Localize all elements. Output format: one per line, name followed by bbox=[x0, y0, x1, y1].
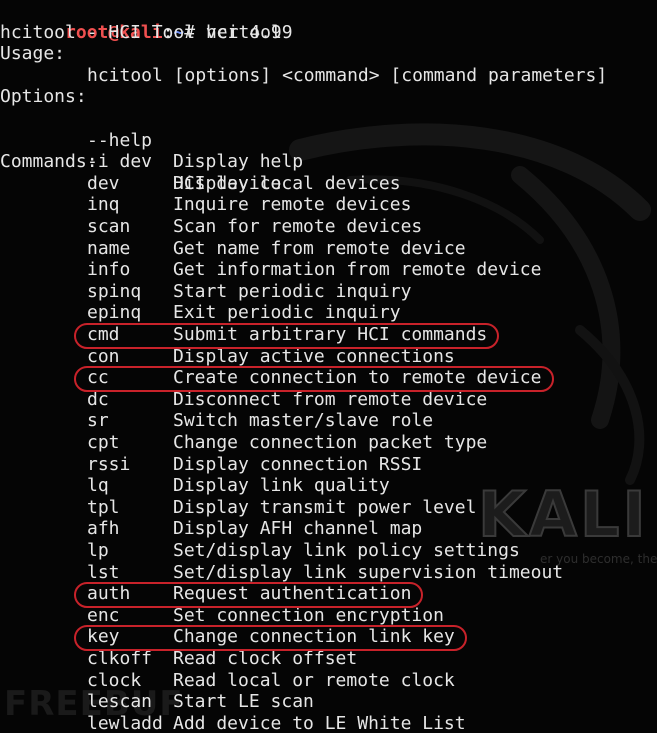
command-row-inq: inq Inquire remote devices bbox=[0, 194, 657, 216]
command-desc: Start LE scan bbox=[173, 691, 314, 713]
command-row-spinq: spinq Start periodic inquiry bbox=[0, 281, 657, 303]
command-name: con bbox=[87, 345, 120, 367]
command-row-dc: dc Disconnect from remote device bbox=[0, 389, 657, 411]
command-desc: Set connection encryption bbox=[173, 604, 444, 626]
command-desc: Switch master/slave role bbox=[173, 410, 434, 432]
command-name: lq bbox=[87, 475, 109, 497]
command-row-lq: lq Display link quality bbox=[0, 475, 657, 497]
command-desc: Disconnect from remote device bbox=[173, 388, 488, 410]
command-row-rssi: rssi Display connection RSSI bbox=[0, 454, 657, 476]
command-name: scan bbox=[87, 216, 131, 237]
command-name: dc bbox=[87, 388, 109, 410]
command-row-epinq: epinq Exit periodic inquiry bbox=[0, 302, 657, 324]
command-desc: Inquire remote devices bbox=[173, 194, 412, 216]
command-name: inq bbox=[87, 194, 120, 216]
command-name: lewladd bbox=[87, 712, 163, 733]
command-name: info bbox=[87, 259, 131, 281]
command-row-lp: lp Set/display link policy settings bbox=[0, 540, 657, 562]
options-label: Options: bbox=[0, 86, 87, 108]
option-row: --help Display help bbox=[0, 108, 657, 173]
command-desc: Scan for remote devices bbox=[173, 216, 423, 237]
command-desc: Get information from remote device bbox=[173, 259, 542, 281]
command-name: spinq bbox=[87, 280, 142, 302]
command-desc: Read local or remote clock bbox=[173, 669, 455, 691]
command-row-name: name Get name from remote device bbox=[0, 238, 657, 260]
command-desc: Display transmit power level bbox=[173, 496, 477, 518]
command-name: clock bbox=[87, 669, 142, 691]
command-name: sr bbox=[87, 410, 109, 432]
command-desc: Display link quality bbox=[173, 475, 390, 497]
command-name: rssi bbox=[87, 453, 131, 475]
command-desc: Exit periodic inquiry bbox=[173, 302, 401, 324]
command-row-cpt: cpt Change connection packet type bbox=[0, 432, 657, 454]
command-desc: Display active connections bbox=[173, 345, 455, 367]
terminal-window[interactable]: KALI LI er you become, the m FREEBUF roo… bbox=[0, 0, 657, 733]
command-name: lescan bbox=[87, 691, 153, 713]
command-row-scan: scan Scan for remote devices bbox=[0, 216, 657, 238]
option-row: -i dev HCI device bbox=[0, 130, 657, 194]
option-desc: Display help bbox=[173, 151, 304, 173]
command-row-info: info Get information from remote device bbox=[0, 259, 657, 281]
command-name: epinq bbox=[87, 302, 142, 324]
command-row-con: con Display active connections bbox=[0, 346, 657, 368]
command-desc: Get name from remote device bbox=[173, 237, 466, 259]
commands-label: Commands: bbox=[0, 151, 98, 173]
command-name: enc bbox=[87, 604, 120, 626]
command-row-sr: sr Switch master/slave role bbox=[0, 410, 657, 432]
command-name: tpl bbox=[87, 496, 120, 518]
usage-text: hcitool [options] <command> [command par… bbox=[87, 64, 608, 86]
command-row-afh: afh Display AFH channel map bbox=[0, 518, 657, 540]
command-name: name bbox=[87, 237, 131, 259]
command-row-lst: lst Set/display link supervision timeout bbox=[0, 562, 657, 584]
command-row-lescan: lescan Start LE scan bbox=[0, 691, 657, 713]
command-row-clock: clock Read local or remote clock bbox=[0, 670, 657, 692]
highlight-oval-auth bbox=[74, 582, 424, 608]
command-name: afh bbox=[87, 518, 120, 540]
command-desc: Change connection packet type bbox=[173, 432, 488, 453]
command-desc: Start periodic inquiry bbox=[173, 280, 412, 302]
command-desc: Display AFH channel map bbox=[173, 518, 423, 540]
usage-label: Usage: bbox=[0, 43, 66, 65]
command-row-enc: enc Set connection encryption bbox=[0, 605, 657, 627]
command-name: cpt bbox=[87, 432, 120, 453]
command-desc: Add device to LE White List bbox=[173, 712, 466, 733]
command-name: clkoff bbox=[87, 648, 153, 669]
command-name: dev bbox=[87, 172, 120, 194]
command-name: lst bbox=[87, 561, 120, 583]
command-row-clkoff: clkoff Read clock offset bbox=[0, 648, 657, 670]
command-desc: Set/display link policy settings bbox=[173, 540, 520, 561]
highlight-oval-cc bbox=[74, 366, 554, 392]
command-desc: Set/display link supervision timeout bbox=[173, 561, 564, 583]
prompt-line: root@kali:~# hcitool bbox=[0, 0, 282, 43]
command-row-lewladd: lewladd Add device to LE White List bbox=[0, 713, 657, 733]
command-desc: Display connection RSSI bbox=[173, 453, 423, 475]
command-row-dev: dev Display local devices bbox=[0, 173, 657, 195]
command-row-tpl: tpl Display transmit power level bbox=[0, 497, 657, 519]
highlight-oval-key bbox=[74, 625, 467, 651]
command-name: lp bbox=[87, 540, 109, 561]
tool-title: hcitool - HCI Tool ver 4.99 bbox=[0, 21, 293, 43]
highlight-oval-cmd bbox=[74, 323, 500, 349]
command-desc: Display local devices bbox=[173, 172, 401, 194]
command-desc: Read clock offset bbox=[173, 648, 358, 669]
